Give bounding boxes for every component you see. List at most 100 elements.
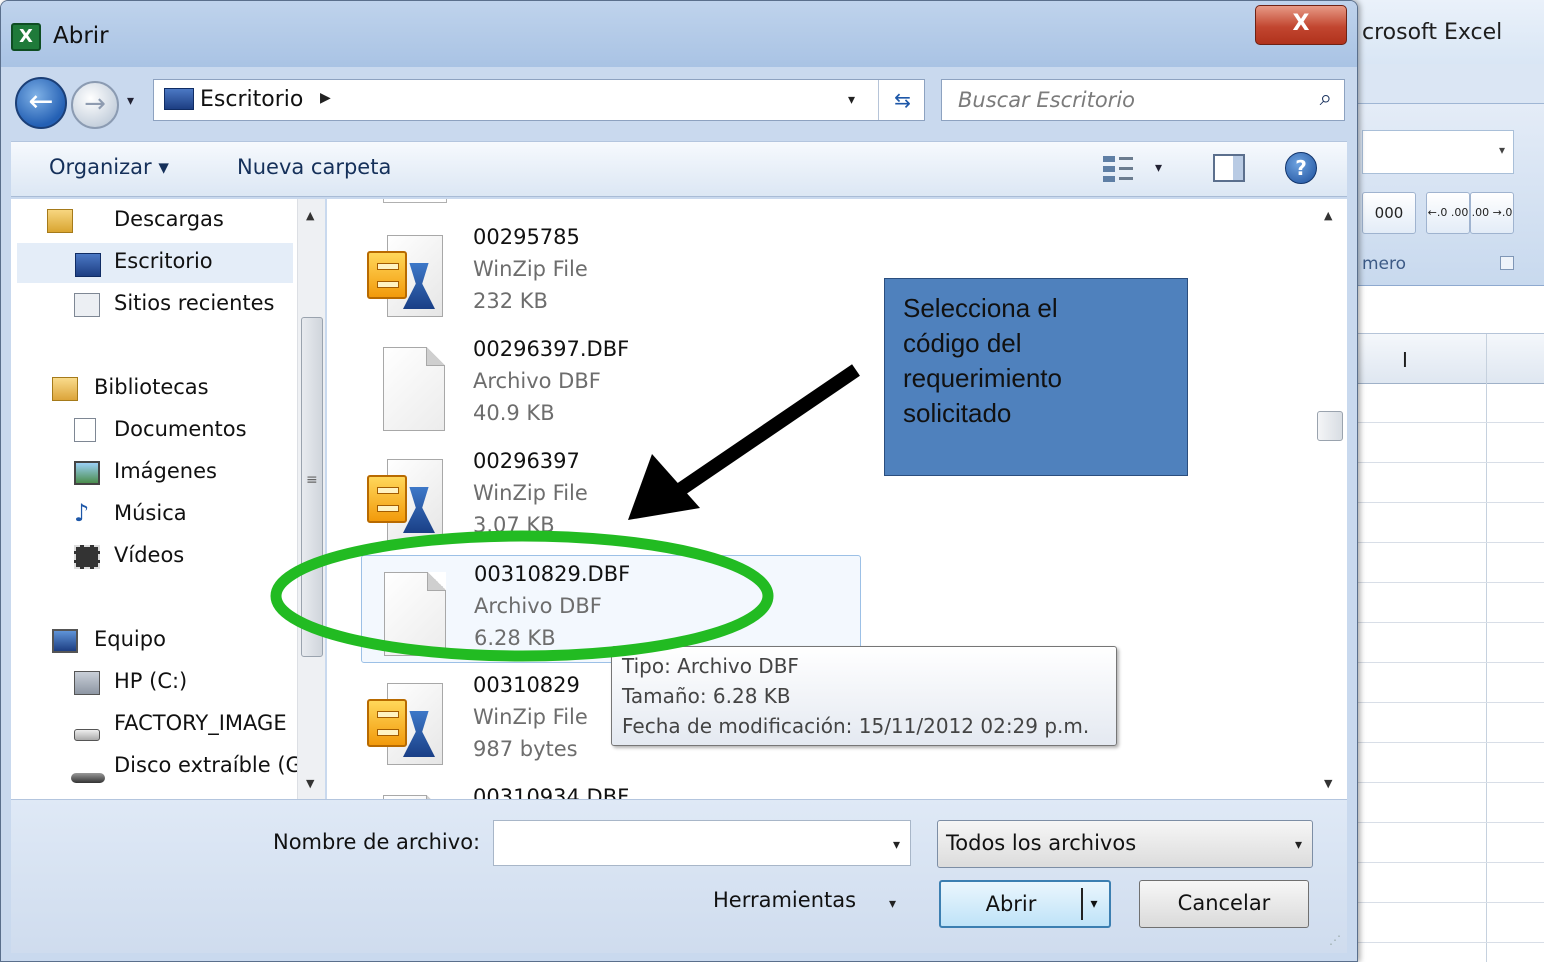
- row-line: [1340, 542, 1544, 543]
- file-name-input[interactable]: ▾: [493, 820, 911, 866]
- row-line: [1340, 902, 1544, 903]
- file-name: 00310829: [473, 673, 580, 697]
- excel-ribbon-tabs: [1340, 64, 1544, 104]
- sidebar-item-videos[interactable]: Vídeos: [74, 543, 184, 569]
- file-name: 00310829.DBF: [474, 562, 631, 586]
- resize-grip-icon[interactable]: ⋰: [1329, 933, 1341, 947]
- help-icon[interactable]: ?: [1285, 152, 1317, 184]
- file-item[interactable]: 00296397 WinZip File 3.07 KB: [361, 443, 861, 551]
- row-line: [1340, 862, 1544, 863]
- callout-line: Selecciona el: [903, 293, 1058, 323]
- sidebar-item-label: HP (C:): [114, 669, 188, 693]
- scrollbar-thumb[interactable]: ≡: [301, 317, 323, 657]
- excel-title-bar: crosoft Excel: [1340, 0, 1544, 64]
- thousands-separator-button[interactable]: 000: [1362, 192, 1416, 234]
- callout-line: requerimiento: [903, 363, 1062, 393]
- dialog-launcher-icon[interactable]: [1500, 256, 1514, 270]
- music-icon: ♪: [74, 499, 90, 527]
- address-history-dropdown[interactable]: ▾: [848, 92, 855, 108]
- excel-title: crosoft Excel: [1362, 20, 1503, 45]
- decrease-decimal-button[interactable]: .00 →.0: [1470, 192, 1514, 234]
- row-line: [1340, 502, 1544, 503]
- file-size: 987 bytes: [473, 737, 578, 761]
- close-button[interactable]: X: [1255, 5, 1347, 45]
- address-bar[interactable]: Escritorio ▶ ▾ ⇆: [153, 79, 925, 121]
- sidebar-item-computer[interactable]: Equipo: [52, 627, 166, 653]
- sidebar-item-libraries[interactable]: Bibliotecas: [52, 375, 209, 401]
- change-view-icon[interactable]: [1103, 152, 1135, 184]
- tooltip-date: Fecha de modificación: 15/11/2012 02:29 …: [622, 714, 1090, 738]
- sidebar-item-pictures[interactable]: Imágenes: [74, 459, 217, 485]
- breadcrumb-chevron-icon[interactable]: ▶: [320, 90, 331, 106]
- file-item[interactable]: 00310934.DBF: [361, 779, 861, 799]
- file-item[interactable]: 00296397.DBF Archivo DBF 40.9 KB: [361, 331, 861, 439]
- file-name: 00295785: [473, 225, 580, 249]
- navigation-scrollbar[interactable]: ▲ ≡ ▼: [297, 199, 325, 799]
- recent-locations-dropdown[interactable]: ▾: [127, 93, 134, 109]
- sidebar-item-documents[interactable]: Documentos: [74, 417, 247, 442]
- scroll-up-arrow-icon[interactable]: ▲: [306, 209, 314, 222]
- cancel-button[interactable]: Cancelar: [1139, 880, 1309, 928]
- file-name: 00296397: [473, 449, 580, 473]
- sidebar-item-factory-image[interactable]: FACTORY_IMAGE: [114, 711, 297, 735]
- organize-menu-button[interactable]: Organizar ▾: [49, 155, 169, 179]
- file-type-filter-value: Todos los archivos: [946, 831, 1137, 855]
- breadcrumb-desktop[interactable]: Escritorio: [200, 87, 303, 112]
- formula-bar[interactable]: [1340, 286, 1544, 334]
- row-line: [1340, 942, 1544, 943]
- file-size: 40.9 KB: [473, 401, 555, 425]
- file-type: Archivo DBF: [474, 594, 602, 618]
- column-header[interactable]: I: [1340, 334, 1544, 384]
- sidebar-item-removable-disk[interactable]: Disco extraíble (G:): [114, 753, 297, 777]
- row-line: [1340, 702, 1544, 703]
- view-options-dropdown[interactable]: ▾: [1155, 160, 1162, 176]
- preview-pane-icon[interactable]: [1213, 154, 1245, 182]
- file-name: 00296397.DBF: [473, 337, 630, 361]
- search-icon[interactable]: ⌕: [1320, 86, 1332, 111]
- file-type: WinZip File: [473, 257, 588, 281]
- file-item[interactable]: 00295785 WinZip File 232 KB: [361, 219, 861, 327]
- sidebar-item-hp-c[interactable]: HP (C:): [74, 669, 188, 695]
- excel-icon: X: [11, 23, 41, 51]
- chevron-down-icon[interactable]: ▾: [889, 896, 896, 912]
- row-line: [1340, 582, 1544, 583]
- search-input[interactable]: Buscar Escritorio ⌕: [941, 79, 1345, 121]
- sidebar-item-label: Equipo: [94, 627, 166, 651]
- dialog-title-bar[interactable]: X Abrir X: [1, 1, 1357, 67]
- scroll-down-arrow-icon[interactable]: ▼: [306, 777, 314, 790]
- desktop-icon: [75, 253, 101, 277]
- tools-menu-button[interactable]: Herramientas: [713, 888, 856, 912]
- winzip-icon: [365, 457, 449, 545]
- chevron-down-icon[interactable]: ▾: [893, 837, 900, 853]
- forward-button[interactable]: →: [71, 81, 119, 129]
- dialog-title: Abrir: [53, 23, 109, 49]
- recent-places-icon: [74, 293, 100, 317]
- file-type-filter-select[interactable]: Todos los archivos ▾: [937, 820, 1313, 868]
- file-info-tooltip: Tipo: Archivo DBF Tamaño: 6.28 KB Fecha …: [611, 646, 1117, 746]
- sidebar-item-label: Disco extraíble (G:): [114, 753, 297, 777]
- scrollbar-thumb[interactable]: [1317, 411, 1343, 441]
- chevron-down-icon: ▾: [1294, 837, 1302, 853]
- open-options-dropdown[interactable]: ▾: [1081, 888, 1105, 920]
- tooltip-size: Tamaño: 6.28 KB: [622, 684, 791, 708]
- sidebar-item-music[interactable]: ♪ Música: [74, 501, 187, 525]
- callout-line: código del: [903, 328, 1022, 358]
- increase-decimal-button[interactable]: ←.0 .00: [1426, 192, 1470, 234]
- column-separator: [1486, 334, 1487, 962]
- open-button[interactable]: Abrir ▾: [939, 880, 1111, 928]
- new-folder-button[interactable]: Nueva carpeta: [237, 155, 391, 179]
- number-group-label: mero: [1362, 254, 1407, 274]
- file-list-scrollbar[interactable]: ▲ ▼: [1315, 199, 1345, 799]
- scroll-up-arrow-icon[interactable]: ▲: [1324, 209, 1332, 222]
- refresh-button[interactable]: ⇆: [878, 80, 926, 120]
- sidebar-item-desktop[interactable]: Escritorio: [17, 243, 293, 283]
- scroll-down-arrow-icon[interactable]: ▼: [1324, 777, 1332, 790]
- sidebar-item-recent-places[interactable]: Sitios recientes: [74, 291, 275, 317]
- pictures-icon: [74, 461, 100, 485]
- sidebar-item-label: Bibliotecas: [94, 375, 209, 399]
- file-size: 3.07 KB: [473, 513, 555, 537]
- number-format-select[interactable]: ▾: [1362, 130, 1514, 174]
- sidebar-item-downloads[interactable]: Descargas: [47, 207, 224, 233]
- computer-icon: [52, 629, 78, 653]
- back-button[interactable]: ←: [15, 77, 67, 129]
